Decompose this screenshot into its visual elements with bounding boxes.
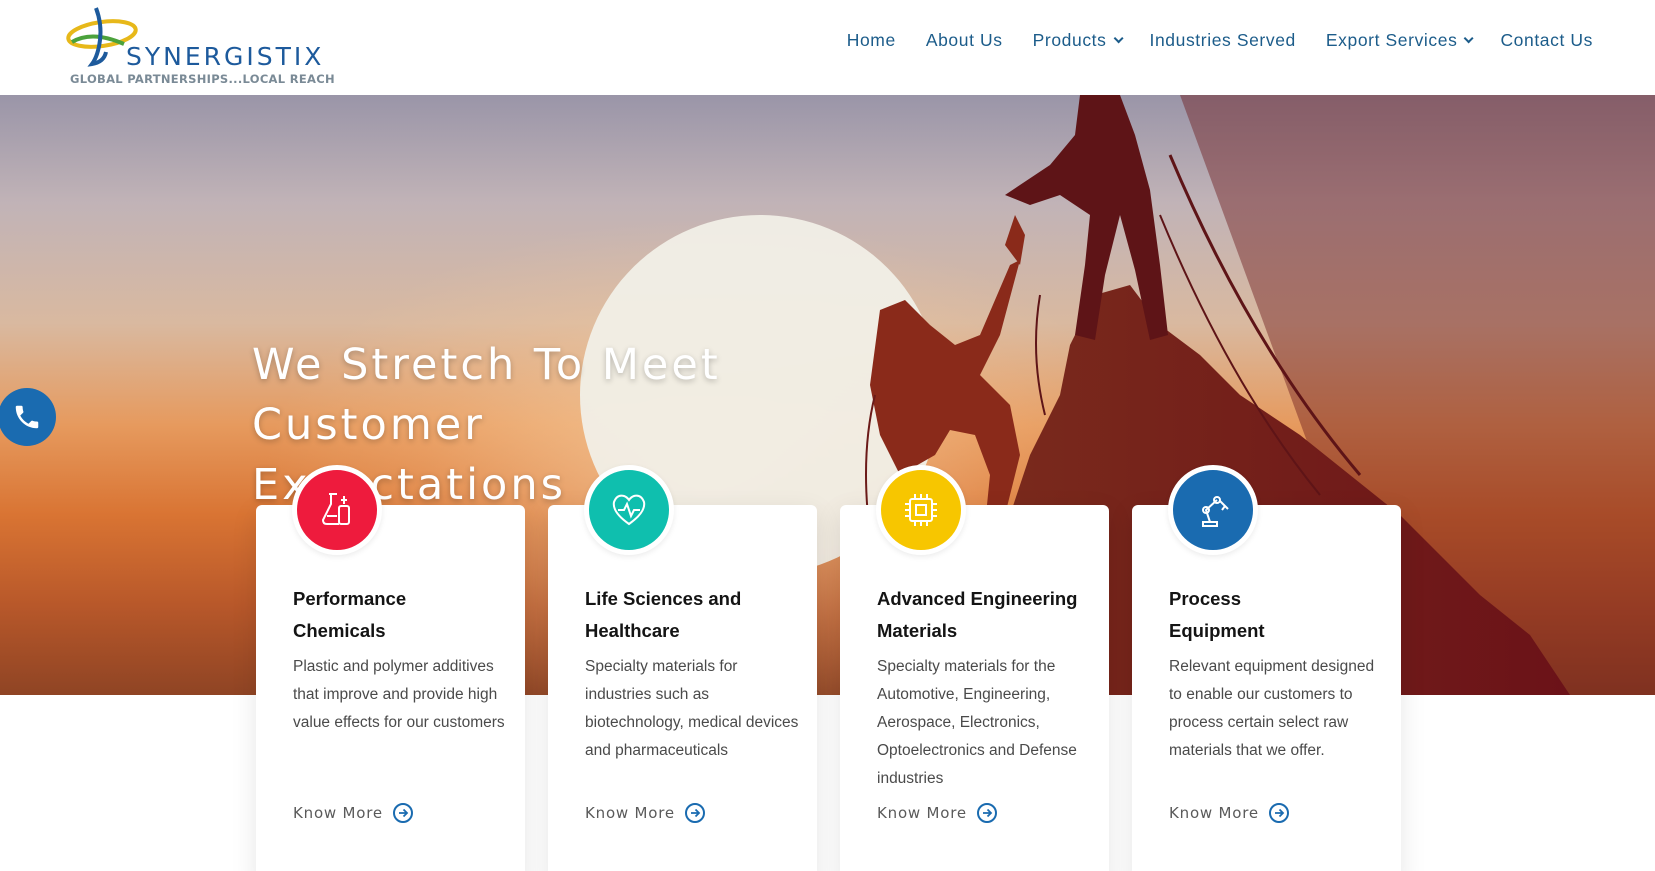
card-title-line-1: Process xyxy=(1169,588,1241,609)
card-title: Performance Chemicals xyxy=(293,583,508,647)
nav-contact-us[interactable]: Contact Us xyxy=(1500,30,1593,51)
nav-about-label: About Us xyxy=(925,30,1003,50)
arrow-right-icon xyxy=(1268,803,1289,823)
card-title-line-1: Advanced Engineering xyxy=(877,588,1078,609)
know-more-label: Know More xyxy=(1169,804,1259,822)
site-logo[interactable]: SYNERGISTIX GLOBAL PARTNERSHIPS...LOCAL … xyxy=(62,4,352,86)
card-icon-badge xyxy=(584,465,674,555)
hero-title-line-1: We Stretch To Meet xyxy=(252,340,721,390)
call-button[interactable] xyxy=(0,388,56,446)
card-title: Advanced Engineering Materials xyxy=(877,583,1092,647)
phone-icon xyxy=(15,405,39,429)
card-title: Process Equipment xyxy=(1169,583,1384,647)
arrow-right-icon xyxy=(392,803,413,823)
know-more-link[interactable]: Know More xyxy=(293,803,413,823)
nav-home-label: Home xyxy=(846,30,896,50)
arrow-right-icon xyxy=(684,803,705,823)
nav-export-label: Export Services xyxy=(1325,30,1458,50)
main-nav: Home About Us Products Industries Served… xyxy=(817,30,1593,51)
know-more-link[interactable]: Know More xyxy=(585,803,705,823)
nav-export-services[interactable]: Export Services xyxy=(1325,30,1475,51)
service-cards: Performance Chemicals Plastic and polyme… xyxy=(256,465,1404,871)
card-icon-badge xyxy=(876,465,966,555)
nav-products-label: Products xyxy=(1032,30,1107,50)
heart-pulse-icon xyxy=(612,494,646,526)
know-more-link[interactable]: Know More xyxy=(1169,803,1289,823)
nav-about-us[interactable]: About Us xyxy=(926,30,1003,51)
card-title-line-2: Chemicals xyxy=(293,620,386,641)
chevron-down-icon xyxy=(1113,33,1124,44)
card-life-sciences: Life Sciences and Healthcare Specialty m… xyxy=(548,465,817,871)
card-advanced-engineering: Advanced Engineering Materials Specialty… xyxy=(840,465,1109,871)
nav-industries-served[interactable]: Industries Served xyxy=(1150,30,1296,51)
know-more-link[interactable]: Know More xyxy=(877,803,997,823)
know-more-label: Know More xyxy=(293,804,383,822)
card-title-line-2: Equipment xyxy=(1169,620,1265,641)
arrow-right-icon xyxy=(976,803,997,823)
nav-products[interactable]: Products xyxy=(1032,30,1124,51)
robotic-arm-icon xyxy=(1202,496,1229,527)
nav-contact-label: Contact Us xyxy=(1500,30,1593,50)
card-performance-chemicals: Performance Chemicals Plastic and polyme… xyxy=(256,465,525,871)
card-title: Life Sciences and Healthcare xyxy=(585,583,800,647)
card-icon-badge xyxy=(292,465,382,555)
card-description: Plastic and polymer additives that impro… xyxy=(293,658,505,731)
card-description: Specialty materials for the Automotive, … xyxy=(877,658,1077,787)
know-more-label: Know More xyxy=(877,804,967,822)
card-title-line-2: Materials xyxy=(877,620,958,641)
card-description: Specialty materials for industries such … xyxy=(585,658,799,759)
card-title-line-1: Performance xyxy=(293,588,407,609)
chevron-down-icon xyxy=(1464,33,1475,44)
chemistry-flask-icon xyxy=(321,493,350,525)
card-title-line-2: Healthcare xyxy=(585,620,680,641)
know-more-label: Know More xyxy=(585,804,675,822)
nav-home[interactable]: Home xyxy=(847,30,896,51)
nav-industries-label: Industries Served xyxy=(1149,30,1296,50)
logo-tagline: GLOBAL PARTNERSHIPS...LOCAL REACH xyxy=(70,72,335,86)
card-process-equipment: Process Equipment Relevant equipment des… xyxy=(1132,465,1401,871)
card-description: Relevant equipment designed to enable ou… xyxy=(1169,658,1375,759)
card-icon-badge xyxy=(1168,465,1258,555)
microchip-icon xyxy=(905,494,937,526)
logo-name: SYNERGISTIX xyxy=(126,42,325,71)
site-header: SYNERGISTIX GLOBAL PARTNERSHIPS...LOCAL … xyxy=(0,0,1655,95)
card-title-line-1: Life Sciences and xyxy=(585,588,742,609)
